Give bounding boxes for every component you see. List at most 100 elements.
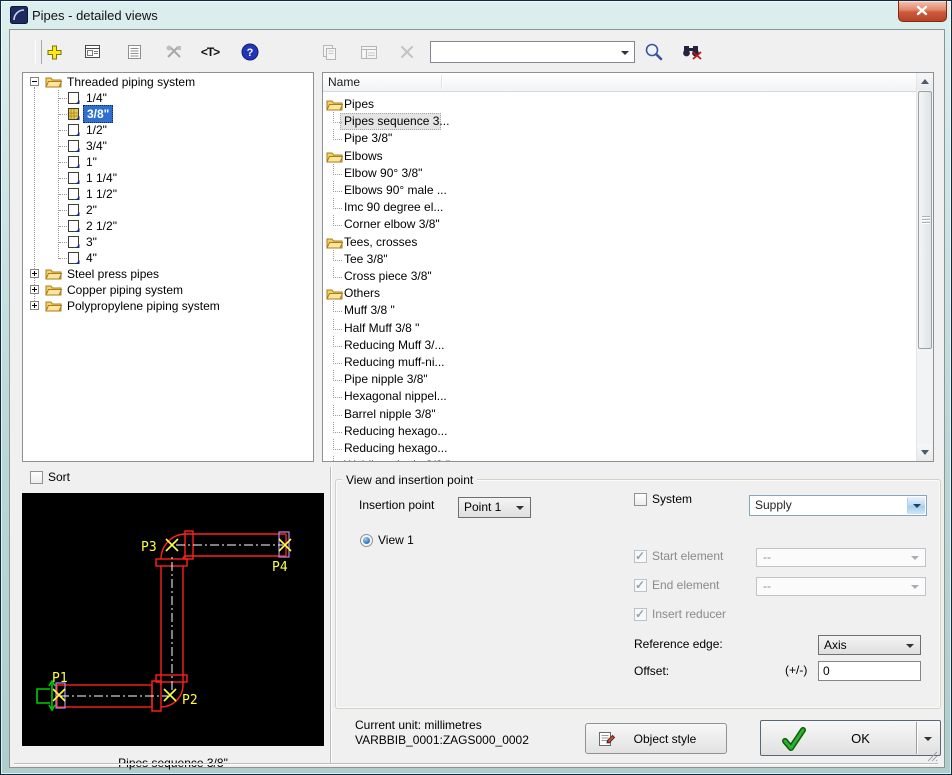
tree-item[interactable]: 2 1/2" — [23, 218, 313, 234]
copy-icon — [317, 40, 341, 64]
arrow-up-icon — [921, 79, 929, 84]
tree-expander-icon[interactable] — [30, 269, 39, 278]
tree-item[interactable]: 3/4" — [23, 138, 313, 154]
list-item-row[interactable]: Pipes sequence 3... — [323, 113, 916, 130]
object-style-button[interactable]: Object style — [585, 723, 727, 754]
ok-dropdown-icon[interactable] — [924, 737, 932, 741]
resize-grip[interactable] — [927, 751, 938, 765]
insertion-point-label: Insertion point — [359, 498, 434, 512]
list-item-row[interactable]: Pipe 3/8" — [323, 130, 916, 147]
view1-radio[interactable] — [360, 534, 373, 547]
tree-item[interactable]: 1 1/4" — [23, 170, 313, 186]
svg-text:P2: P2 — [182, 693, 198, 708]
list-item-row[interactable]: Imc 90 degree el... — [323, 199, 916, 216]
tree-expander-icon[interactable] — [30, 77, 39, 86]
tree-item[interactable]: 2" — [23, 202, 313, 218]
library-code-text: VARBBIB_0001:ZAGS000_0002 — [355, 733, 529, 748]
list-item-row[interactable]: Half Muff 3/8 " — [323, 320, 916, 337]
toolbar-gripper[interactable] — [35, 40, 42, 64]
chevron-down-icon — [911, 585, 919, 589]
vertical-separator — [330, 467, 331, 764]
list-item-row[interactable]: Elbow 90° 3/8" — [323, 165, 916, 182]
scrollbar-thumb[interactable] — [918, 91, 932, 349]
search-combobox[interactable] — [430, 41, 635, 63]
list-view-icon[interactable] — [122, 40, 146, 64]
reference-edge-select[interactable]: Axis — [818, 635, 921, 655]
chevron-down-icon[interactable] — [621, 51, 629, 55]
system-checkbox[interactable] — [634, 493, 647, 506]
tree-expander-icon[interactable] — [30, 301, 39, 310]
find-binoculars-icon[interactable] — [680, 40, 704, 64]
end-element-checkbox — [634, 579, 647, 592]
end-element-select: -- — [756, 577, 926, 596]
tree-item[interactable]: 3" — [23, 234, 313, 250]
tree-item[interactable]: 1" — [23, 154, 313, 170]
checkmark-icon — [781, 727, 807, 753]
list-item-row[interactable]: Reducing hexago... — [323, 423, 916, 440]
list-item-row[interactable]: Welding nipple 3/8 " — [323, 457, 916, 461]
chevron-down-icon — [911, 556, 919, 560]
help-icon[interactable]: ? — [238, 40, 262, 64]
tree-item[interactable]: Copper piping system — [23, 282, 313, 298]
list-item-row[interactable]: Muff 3/8 " — [323, 302, 916, 319]
start-element-select: -- — [756, 548, 926, 567]
list-item-row[interactable]: Barrel nipple 3/8" — [323, 406, 916, 423]
list-group-row[interactable]: Others — [323, 285, 916, 302]
sort-checkbox[interactable] — [30, 471, 43, 484]
insert-reducer-checkbox — [634, 608, 647, 621]
list-item-row[interactable]: Pipe nipple 3/8" — [323, 371, 916, 388]
tree-item[interactable]: Polypropylene piping system — [23, 298, 313, 314]
dialog-edit-icon[interactable] — [80, 40, 104, 64]
list-item-row[interactable]: Reducing hexago... — [323, 440, 916, 457]
start-element-checkbox — [634, 550, 647, 563]
ok-button[interactable]: OK — [760, 720, 941, 756]
list-group-row[interactable]: Tees, crosses — [323, 234, 916, 251]
list-item-row[interactable]: Cross piece 3/8" — [323, 268, 916, 285]
scroll-up-button[interactable] — [917, 73, 933, 90]
list-item-row[interactable]: Reducing Muff 3/... — [323, 337, 916, 354]
tree-item[interactable]: 1/4" — [23, 90, 313, 106]
list-item-row[interactable]: Hexagonal nippel... — [323, 388, 916, 405]
scroll-down-button[interactable] — [917, 444, 933, 461]
tree-item[interactable]: 4" — [23, 250, 313, 266]
reference-edge-label: Reference edge: — [634, 637, 723, 651]
list-item-row[interactable]: Tee 3/8" — [323, 251, 916, 268]
tree-item[interactable]: Threaded piping system — [23, 74, 313, 90]
dialog-content: <T> ? Threaded piping system1/4"3/8"1/2 — [9, 29, 945, 768]
category-tree-panel: Threaded piping system1/4"3/8"1/2"3/4"1"… — [22, 72, 314, 462]
system-select[interactable]: Supply — [749, 495, 927, 516]
insert-reducer-label: Insert reducer — [652, 607, 726, 621]
list-item-row[interactable]: Reducing muff-ni... — [323, 354, 916, 371]
list-group-row[interactable]: Elbows — [323, 148, 916, 165]
chevron-down-icon — [906, 644, 914, 648]
title-bar[interactable]: Pipes - detailed views — [1, 1, 951, 29]
list-item-row[interactable]: Elbows 90° male ... — [323, 182, 916, 199]
list-group-row[interactable]: Pipes — [323, 96, 916, 113]
list-column-header[interactable]: Name — [323, 73, 916, 92]
close-button[interactable] — [898, 1, 947, 22]
search-icon[interactable] — [642, 40, 666, 64]
text-tool-icon[interactable]: <T> — [198, 40, 222, 64]
svg-text:P4: P4 — [272, 560, 288, 575]
offset-input[interactable] — [818, 661, 921, 681]
insertion-point-select[interactable]: Point 1 — [458, 497, 531, 518]
add-icon[interactable] — [42, 40, 66, 64]
vertical-scrollbar[interactable] — [916, 73, 933, 461]
list-item-row[interactable]: Corner elbow 3/8" — [323, 216, 916, 233]
tree-item[interactable]: Steel press pipes — [23, 266, 313, 282]
tree-item[interactable]: 3/8" — [23, 106, 313, 122]
tree-item[interactable]: 1/2" — [23, 122, 313, 138]
status-text: Current unit: millimetres VARBBIB_0001:Z… — [355, 718, 529, 748]
system-label: System — [652, 492, 692, 506]
items-list-panel: Name PipesPipes sequence 3...Pipe 3/8"El… — [322, 72, 934, 462]
sort-label: Sort — [48, 470, 70, 484]
dialog-window: Pipes - detailed views <T> ? — [0, 0, 952, 775]
column-divider[interactable] — [441, 75, 442, 89]
tree-item[interactable]: 1 1/2" — [23, 186, 313, 202]
view1-label: View 1 — [378, 533, 414, 547]
tree-expander-icon[interactable] — [30, 285, 39, 294]
column-header-name[interactable]: Name — [328, 75, 360, 89]
thumb-grip — [922, 216, 930, 217]
search-input[interactable] — [433, 43, 617, 63]
offset-sign-label: (+/-) — [785, 663, 807, 677]
